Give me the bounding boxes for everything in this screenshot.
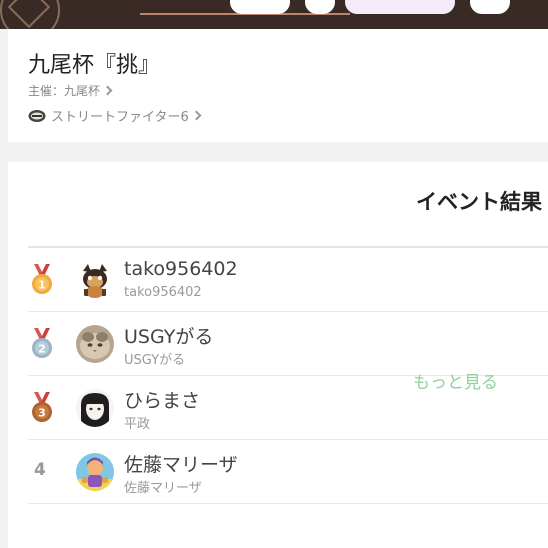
player-subname: 平政 — [124, 417, 151, 432]
bronze-medal-icon: 3 — [28, 392, 56, 424]
see-more-link[interactable]: もっと見る — [413, 368, 498, 393]
girl-drawing-avatar — [76, 389, 114, 427]
sf6-game-icon — [28, 109, 46, 122]
player-subname: USGYがる — [124, 353, 186, 368]
tanuki-avatar — [76, 261, 114, 299]
event-header: 九尾杯『挑』 主催：九尾杯 ストリートファイター6 — [8, 29, 548, 142]
event-banner — [0, 0, 548, 29]
player-name: 佐藤マリーザ — [124, 454, 238, 476]
player-subname: 佐藤マリーザ — [124, 481, 202, 496]
svg-text:3: 3 — [38, 407, 46, 420]
organizer-label: 主催：九尾杯 — [28, 84, 101, 98]
organizer-link[interactable]: 主催：九尾杯 — [28, 82, 113, 99]
marisa-avatar — [76, 453, 114, 491]
rank-number: 4 — [34, 460, 46, 480]
player-name: tako956402 — [124, 258, 238, 280]
result-row[interactable]: 4 佐藤マリーザ 佐藤マリーザ — [28, 440, 548, 504]
player-name: USGYがる — [124, 326, 214, 348]
results-title: イベント結果 — [416, 190, 542, 214]
chevron-right-icon — [191, 110, 202, 121]
result-row[interactable]: 1 tako956402 tako956402 — [28, 248, 548, 312]
cat-photo-avatar — [76, 325, 114, 363]
svg-text:2: 2 — [38, 343, 46, 356]
player-subname: tako956402 — [124, 285, 202, 300]
event-title: 九尾杯『挑』 — [28, 53, 161, 78]
gold-medal-icon: 1 — [28, 264, 56, 296]
silver-medal-icon: 2 — [28, 328, 56, 360]
game-label: ストリートファイター6 — [51, 110, 189, 125]
result-row[interactable]: 2 USGYがる USGYがる — [28, 312, 548, 376]
chevron-right-icon — [102, 85, 113, 96]
results-section: イベント結果 1 tako956402 tako956402 2 USGYがる … — [8, 162, 548, 548]
svg-text:1: 1 — [38, 279, 46, 292]
player-name: ひらまさ — [124, 390, 201, 412]
game-link[interactable]: ストリートファイター6 — [28, 106, 202, 125]
